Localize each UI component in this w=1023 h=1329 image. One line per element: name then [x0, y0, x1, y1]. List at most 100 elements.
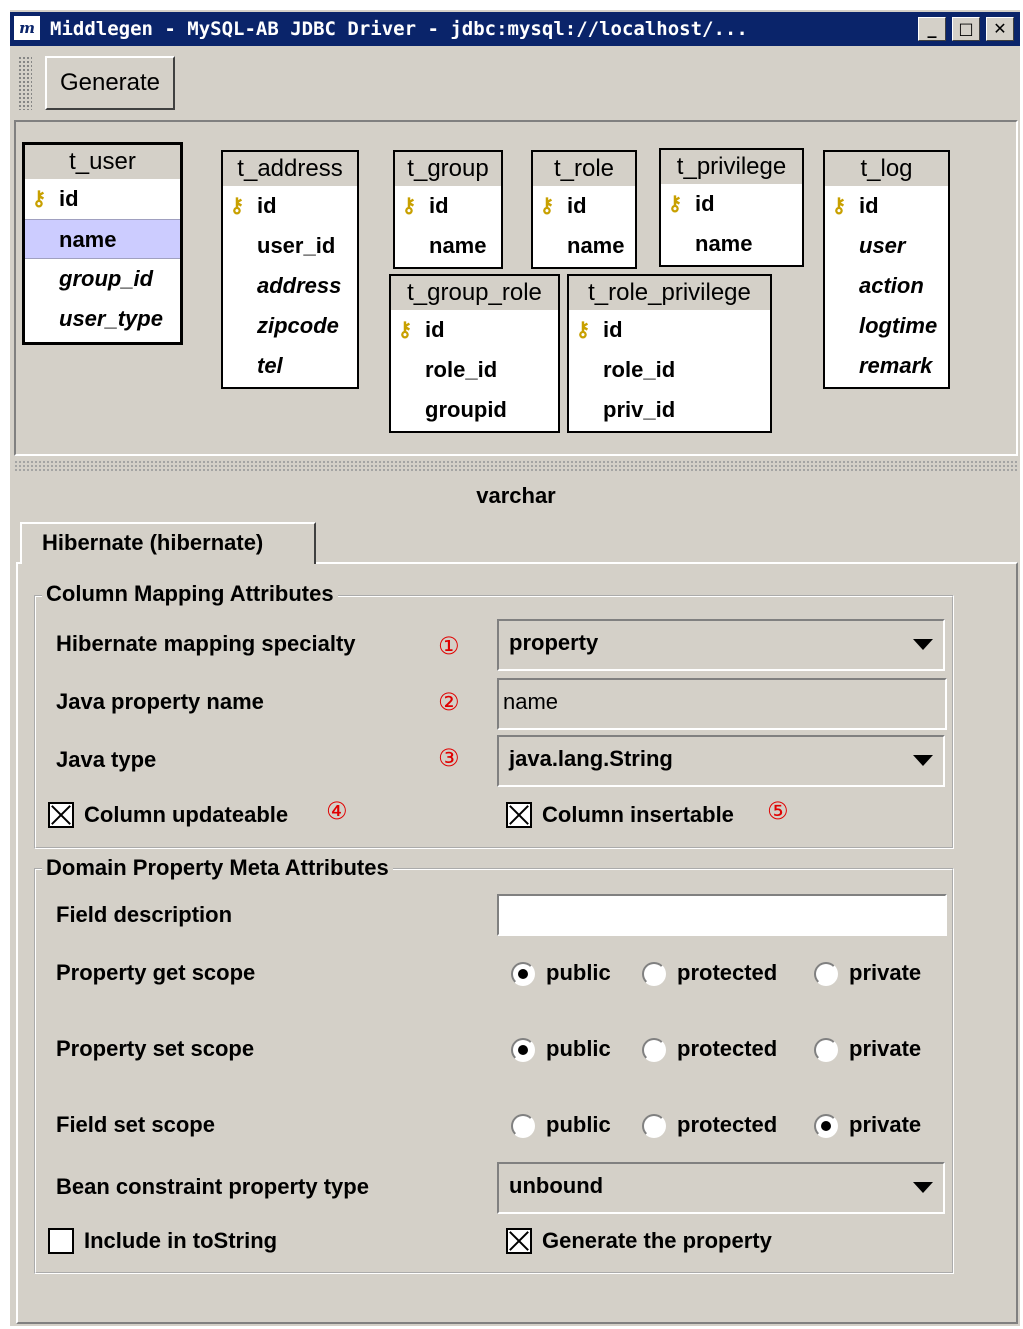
property-name-field[interactable]: name	[497, 678, 947, 730]
generate-property-checkbox[interactable]	[506, 1228, 532, 1254]
get-scope-protected-radio[interactable]	[642, 962, 666, 986]
column-row-tel[interactable]: tel	[223, 346, 357, 386]
column-row-zipcode[interactable]: zipcode	[223, 306, 357, 346]
annotation-marker-3: ③	[438, 744, 460, 772]
get-scope-public-label[interactable]: public	[546, 959, 611, 987]
column-row-name[interactable]: name	[661, 224, 802, 264]
table-box-t_user[interactable]: t_user ⚷ id name group_id user_type	[22, 142, 183, 345]
set-scope-label: Property set scope	[56, 1036, 255, 1061]
get-scope-protected-label[interactable]: protected	[677, 959, 777, 987]
table-box-t_address[interactable]: t_address ⚷ id user_id address zipcode te…	[221, 150, 359, 389]
column-row-id[interactable]: ⚷ id	[223, 186, 357, 226]
column-row-groupid[interactable]: groupid	[391, 390, 558, 430]
column-label: id	[257, 193, 277, 218]
bean-constraint-dropdown[interactable]: unbound	[497, 1162, 945, 1214]
field-set-scope-protected-label[interactable]: protected	[677, 1111, 777, 1139]
column-updateable-checkbox[interactable]	[48, 802, 74, 828]
specialty-label: Hibernate mapping specialty	[56, 631, 356, 656]
column-row-role_id[interactable]: role_id	[391, 350, 558, 390]
java-type-dropdown[interactable]: java.lang.String	[497, 735, 945, 787]
table-box-t_log[interactable]: t_log ⚷ id user action logtime remark	[823, 150, 950, 389]
include-tostring-checkbox[interactable]	[48, 1228, 74, 1254]
selected-column-type: varchar	[476, 483, 556, 508]
column-row-user[interactable]: user	[825, 226, 948, 266]
set-scope-private-radio[interactable]	[814, 1038, 838, 1062]
primary-key-icon: ⚷	[575, 319, 591, 341]
table-box-t_group_role[interactable]: t_group_role ⚷ id role_id groupid	[389, 274, 560, 433]
column-label: name	[59, 227, 117, 252]
column-row-id[interactable]: ⚷ id	[395, 186, 501, 226]
column-label: role_id	[603, 357, 676, 382]
column-row-id[interactable]: ⚷ id	[569, 310, 770, 350]
set-scope-protected-radio[interactable]	[642, 1038, 666, 1062]
column-row-logtime[interactable]: logtime	[825, 306, 948, 346]
column-row-id[interactable]: ⚷ id	[391, 310, 558, 350]
column-row-priv_id[interactable]: priv_id	[569, 390, 770, 430]
column-row-id[interactable]: ⚷ id	[25, 179, 180, 219]
table-header-t_role_privilege: t_role_privilege	[569, 276, 770, 310]
set-scope-protected-label[interactable]: protected	[677, 1035, 777, 1063]
column-insertable-checkbox[interactable]	[506, 802, 532, 828]
primary-key-icon: ⚷	[31, 188, 47, 210]
field-description-input[interactable]	[497, 894, 947, 936]
column-row-role_id[interactable]: role_id	[569, 350, 770, 390]
get-scope-private-radio[interactable]	[814, 962, 838, 986]
set-scope-public-label[interactable]: public	[546, 1035, 611, 1063]
column-row-id[interactable]: ⚷ id	[533, 186, 635, 226]
chevron-down-icon	[913, 639, 933, 650]
specialty-value: property	[509, 630, 599, 655]
generate-button[interactable]: Generate	[45, 56, 175, 110]
annotation-marker-2: ②	[438, 688, 460, 716]
field-set-scope-public-label[interactable]: public	[546, 1111, 611, 1139]
column-row-id[interactable]: ⚷ id	[661, 184, 802, 224]
chevron-down-icon	[913, 1182, 933, 1193]
column-updateable-label[interactable]: Column updateable	[84, 801, 288, 829]
specialty-dropdown[interactable]: property	[497, 619, 945, 671]
toolbar-grip-handle[interactable]	[18, 56, 32, 110]
annotation-marker-5: ⑤	[767, 797, 789, 825]
include-tostring-label[interactable]: Include in toString	[84, 1227, 277, 1255]
maximize-button[interactable]: □	[952, 17, 980, 41]
field-set-scope-public-radio[interactable]	[511, 1114, 535, 1138]
column-label: id	[695, 191, 715, 216]
column-label: role_id	[425, 357, 498, 382]
primary-key-icon: ⚷	[667, 193, 683, 215]
field-set-scope-private-radio[interactable]	[814, 1114, 838, 1138]
column-row-action[interactable]: action	[825, 266, 948, 306]
column-label: id	[425, 317, 445, 342]
table-box-t_group[interactable]: t_group ⚷ id name	[393, 150, 503, 269]
column-row-name-selected[interactable]: name	[25, 219, 180, 259]
column-row-id[interactable]: ⚷ id	[825, 186, 948, 226]
column-insertable-label[interactable]: Column insertable	[542, 801, 734, 829]
column-row-address[interactable]: address	[223, 266, 357, 306]
close-button[interactable]: ✕	[986, 17, 1014, 41]
java-type-value: java.lang.String	[509, 746, 673, 771]
annotation-marker-4: ④	[326, 797, 348, 825]
minimize-button[interactable]: _	[918, 17, 946, 41]
get-scope-private-label[interactable]: private	[849, 959, 921, 987]
set-scope-public-radio[interactable]	[511, 1038, 535, 1062]
tab-hibernate[interactable]: Hibernate (hibernate)	[20, 522, 316, 564]
field-set-scope-protected-radio[interactable]	[642, 1114, 666, 1138]
split-pane-divider[interactable]	[14, 460, 1018, 472]
column-row-remark[interactable]: remark	[825, 346, 948, 386]
set-scope-private-label[interactable]: private	[849, 1035, 921, 1063]
column-row-user_id[interactable]: user_id	[223, 226, 357, 266]
column-label: tel	[257, 353, 283, 378]
column-mapping-legend: Column Mapping Attributes	[42, 582, 338, 606]
table-header-t_role: t_role	[533, 152, 635, 186]
window-title: Middlegen - MySQL-AB JDBC Driver - jdbc:…	[50, 18, 748, 40]
get-scope-public-radio[interactable]	[511, 962, 535, 986]
column-row-name[interactable]: name	[533, 226, 635, 266]
field-set-scope-private-label[interactable]: private	[849, 1111, 921, 1139]
table-box-t_role[interactable]: t_role ⚷ id name	[531, 150, 637, 269]
column-row-group_id[interactable]: group_id	[25, 259, 180, 299]
column-label: id	[59, 186, 79, 211]
table-box-t_privilege[interactable]: t_privilege ⚷ id name	[659, 148, 804, 267]
generate-property-label[interactable]: Generate the property	[542, 1227, 772, 1255]
column-row-user_type[interactable]: user_type	[25, 299, 180, 339]
table-box-t_role_privilege[interactable]: t_role_privilege ⚷ id role_id priv_id	[567, 274, 772, 433]
column-row-name[interactable]: name	[395, 226, 501, 266]
bean-constraint-value: unbound	[509, 1173, 604, 1198]
column-label: name	[567, 233, 625, 258]
